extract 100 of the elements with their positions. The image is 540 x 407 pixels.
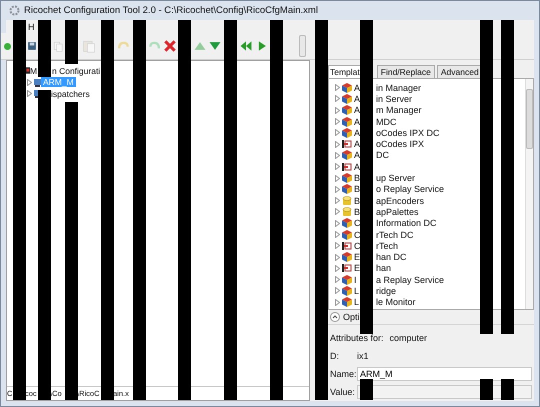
cube-icon	[342, 286, 352, 296]
scrollbar[interactable]	[525, 79, 533, 309]
circle-icon[interactable]	[3, 42, 12, 50]
redaction-bar	[38, 20, 51, 77]
template-label[interactable]: rTech	[376, 240, 398, 251]
expand-triangle-icon[interactable]	[335, 242, 340, 250]
template-label[interactable]: L	[354, 286, 360, 296]
double-left-arrow-icon[interactable]	[239, 39, 253, 53]
template-label[interactable]: rTech DC	[376, 230, 414, 240]
expand-triangle-icon[interactable]	[335, 276, 340, 284]
chevron-up-icon[interactable]	[330, 312, 340, 322]
object-type: computer	[390, 333, 428, 343]
template-label[interactable]: han	[376, 263, 392, 274]
template-label[interactable]: oCodes IPX DC	[376, 128, 440, 138]
expand-triangle-icon[interactable]	[335, 264, 340, 272]
template-label[interactable]: B	[354, 184, 360, 194]
cube-icon	[342, 173, 352, 184]
tree-item-label[interactable]: M	[30, 66, 37, 76]
toolbar-overflow-handle[interactable]	[299, 35, 306, 57]
arrow-into-box-icon	[342, 139, 352, 150]
tree-item-label[interactable]: n Configurati	[52, 66, 100, 76]
template-label[interactable]: A	[354, 128, 360, 138]
computer-icon	[34, 78, 41, 87]
template-label[interactable]: DC	[376, 150, 389, 160]
template-label[interactable]: I	[354, 274, 360, 285]
expand-triangle-icon[interactable]	[335, 254, 340, 261]
cube-icon	[342, 297, 352, 308]
expand-triangle-icon[interactable]	[27, 78, 32, 86]
template-label[interactable]: E	[354, 263, 360, 274]
template-label[interactable]: MDC	[376, 116, 396, 127]
template-label[interactable]: C	[354, 240, 360, 251]
options-header[interactable]: Opti	[343, 312, 360, 322]
expand-triangle-icon[interactable]	[335, 298, 340, 306]
template-label[interactable]: C	[354, 230, 360, 240]
cube-icon	[342, 218, 352, 228]
expand-triangle-icon[interactable]	[335, 106, 340, 114]
expand-triangle-icon[interactable]	[335, 95, 340, 102]
cube-icon	[342, 274, 352, 285]
template-label[interactable]: in Manager	[376, 82, 422, 93]
expand-triangle-icon[interactable]	[335, 220, 340, 227]
template-label[interactable]: a Replay Service	[376, 274, 444, 285]
template-label[interactable]: in Server	[376, 94, 412, 104]
delete-icon[interactable]	[163, 39, 177, 53]
template-label[interactable]: up Server	[376, 173, 416, 184]
expand-triangle-icon[interactable]	[335, 152, 340, 159]
expand-triangle-icon[interactable]	[27, 90, 32, 98]
expand-triangle-icon[interactable]	[335, 197, 340, 204]
id-value: ix1	[357, 351, 369, 361]
template-label[interactable]: m Manager	[376, 105, 422, 116]
field-label: Value:	[330, 387, 356, 397]
expand-triangle-icon[interactable]	[335, 174, 340, 182]
template-label[interactable]: B	[354, 173, 360, 184]
template-label[interactable]: han DC	[376, 252, 407, 262]
menu-item[interactable]: H	[28, 22, 34, 32]
expand-triangle-icon[interactable]	[335, 208, 340, 216]
cube-icon	[342, 82, 352, 93]
template-label[interactable]: C	[354, 218, 360, 228]
expand-triangle-icon[interactable]	[335, 186, 340, 193]
scroll-thumb[interactable]	[526, 89, 533, 149]
cube-icon	[342, 94, 352, 104]
cylinder-icon	[342, 196, 352, 206]
expand-triangle-icon[interactable]	[335, 118, 340, 126]
template-label[interactable]: B	[354, 206, 360, 217]
cube-icon	[342, 116, 352, 127]
template-label[interactable]: A	[354, 116, 360, 127]
expand-triangle-icon[interactable]	[335, 287, 340, 294]
expand-triangle-icon[interactable]	[335, 231, 340, 238]
cube-icon	[342, 150, 352, 160]
template-label[interactable]: E	[354, 252, 360, 262]
cube-icon	[342, 105, 352, 116]
template-label[interactable]: A	[354, 150, 360, 160]
template-label[interactable]: o Replay Service	[376, 184, 444, 194]
template-label[interactable]: A	[354, 139, 360, 150]
template-label[interactable]: A	[354, 105, 360, 116]
arrow-into-box-icon	[342, 240, 352, 251]
tab[interactable]: Advanced	[436, 65, 483, 78]
cube-icon	[342, 230, 352, 240]
name-field[interactable]: ARM_M	[357, 367, 532, 381]
cube-icon	[342, 252, 352, 262]
expand-triangle-icon[interactable]	[335, 84, 340, 92]
arrow-into-box-icon	[342, 162, 352, 172]
expand-triangle-icon[interactable]	[335, 140, 340, 148]
template-label[interactable]: Information DC	[376, 218, 437, 228]
template-label[interactable]: ridge	[376, 286, 396, 296]
template-label[interactable]: apPalettes	[376, 206, 419, 217]
redaction-bar	[360, 379, 373, 400]
template-label[interactable]: B	[354, 196, 360, 206]
template-label[interactable]: A	[354, 82, 360, 93]
template-label[interactable]: A	[354, 162, 360, 172]
cube-icon	[342, 128, 352, 138]
template-label[interactable]: L	[354, 297, 360, 308]
template-label[interactable]: le Monitor	[376, 297, 416, 308]
expand-triangle-icon[interactable]	[335, 129, 340, 136]
tab[interactable]: Find/Replace	[376, 65, 435, 78]
template-label[interactable]: oCodes IPX	[376, 139, 424, 150]
expand-triangle-icon[interactable]	[335, 163, 340, 170]
tree-item-label[interactable]: ispatchers	[51, 88, 90, 99]
field-label: Name:	[330, 369, 357, 379]
template-label[interactable]: apEncoders	[376, 196, 424, 206]
template-label[interactable]: A	[354, 94, 360, 104]
